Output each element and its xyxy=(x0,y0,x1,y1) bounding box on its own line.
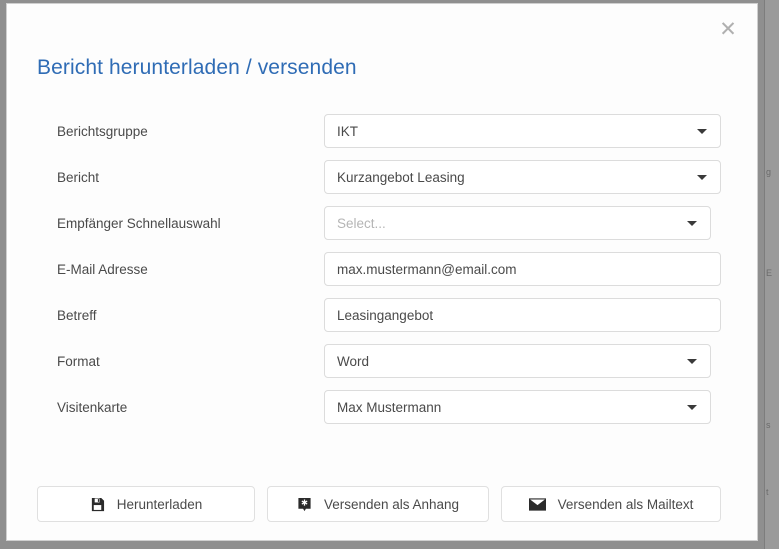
field-label-visitenkarte: Visitenkarte xyxy=(57,399,128,415)
chevron-down-icon[interactable] xyxy=(687,358,697,364)
form-row-format: Format Word xyxy=(7,338,757,384)
input-email-adresse[interactable]: max.mustermann@email.com xyxy=(324,252,721,286)
form-row-email-adresse: E-Mail Adresse max.mustermann@email.com xyxy=(7,246,757,292)
report-form: Berichtsgruppe IKT Bericht Kurzangebot Leas… xyxy=(7,108,757,430)
close-icon[interactable]: ✕ xyxy=(715,16,741,42)
field-label-format: Format xyxy=(57,353,100,369)
field-value-berichtsgruppe: IKT xyxy=(337,123,359,139)
floppy-disk-icon xyxy=(90,497,105,512)
form-row-empfaenger-schnellauswahl: Empfänger Schnellauswahl Select... xyxy=(7,200,757,246)
dialog-footer: Herunterladen Versenden als Anhang Versend… xyxy=(7,486,757,522)
chevron-down-icon[interactable] xyxy=(687,404,697,410)
form-row-betreff: Betreff Leasingangebot xyxy=(7,292,757,338)
select-empfaenger-schnellauswahl[interactable]: Select... xyxy=(324,206,711,240)
field-value-bericht: Kurzangebot Leasing xyxy=(337,169,465,185)
field-label-email-adresse: E-Mail Adresse xyxy=(57,261,148,277)
gutter-fragment: E xyxy=(766,268,773,278)
page-title: Bericht herunterladen / versenden xyxy=(37,56,357,79)
background-scroll-gutter[interactable]: g E s t xyxy=(764,0,779,549)
select-format[interactable]: Word xyxy=(324,344,711,378)
field-label-empfaenger-schnellauswahl: Empfänger Schnellauswahl xyxy=(57,215,221,231)
versenden-als-mailtext-button[interactable]: Versenden als Mailtext xyxy=(501,486,721,522)
select-visitenkarte[interactable]: Max Mustermann xyxy=(324,390,711,424)
paperclip-badge-icon xyxy=(297,497,312,512)
versenden-als-mailtext-label: Versenden als Mailtext xyxy=(557,496,694,512)
field-value-format: Word xyxy=(337,353,370,369)
gutter-fragment: t xyxy=(766,487,769,497)
form-row-bericht: Bericht Kurzangebot Leasing xyxy=(7,154,757,200)
input-betreff[interactable]: Leasingangebot xyxy=(324,298,721,332)
field-label-betreff: Betreff xyxy=(57,307,97,323)
field-value-visitenkarte: Max Mustermann xyxy=(337,399,442,415)
versenden-als-anhang-button[interactable]: Versenden als Anhang xyxy=(267,486,489,522)
select-bericht[interactable]: Kurzangebot Leasing xyxy=(324,160,721,194)
chevron-down-icon[interactable] xyxy=(687,220,697,226)
field-label-berichtsgruppe: Berichtsgruppe xyxy=(57,123,148,139)
herunterladen-button[interactable]: Herunterladen xyxy=(37,486,255,522)
field-value-empfaenger-schnellauswahl: Select... xyxy=(337,215,386,231)
field-value-betreff: Leasingangebot xyxy=(337,307,434,323)
form-row-visitenkarte: Visitenkarte Max Mustermann xyxy=(7,384,757,430)
gutter-fragment: s xyxy=(766,420,771,430)
close-glyph: ✕ xyxy=(719,17,737,41)
gutter-fragment: g xyxy=(766,167,772,177)
chevron-down-icon[interactable] xyxy=(697,174,707,180)
herunterladen-label: Herunterladen xyxy=(116,496,203,512)
field-label-bericht: Bericht xyxy=(57,169,100,185)
download-send-report-dialog: ✕ Bericht herunterladen / versenden Beri… xyxy=(6,3,758,541)
form-row-berichtsgruppe: Berichtsgruppe IKT xyxy=(7,108,757,154)
select-berichtsgruppe[interactable]: IKT xyxy=(324,114,721,148)
chevron-down-icon[interactable] xyxy=(697,128,707,134)
field-value-email-adresse: max.mustermann@email.com xyxy=(337,261,517,277)
envelope-icon xyxy=(528,497,546,511)
versenden-als-anhang-label: Versenden als Anhang xyxy=(323,496,460,512)
